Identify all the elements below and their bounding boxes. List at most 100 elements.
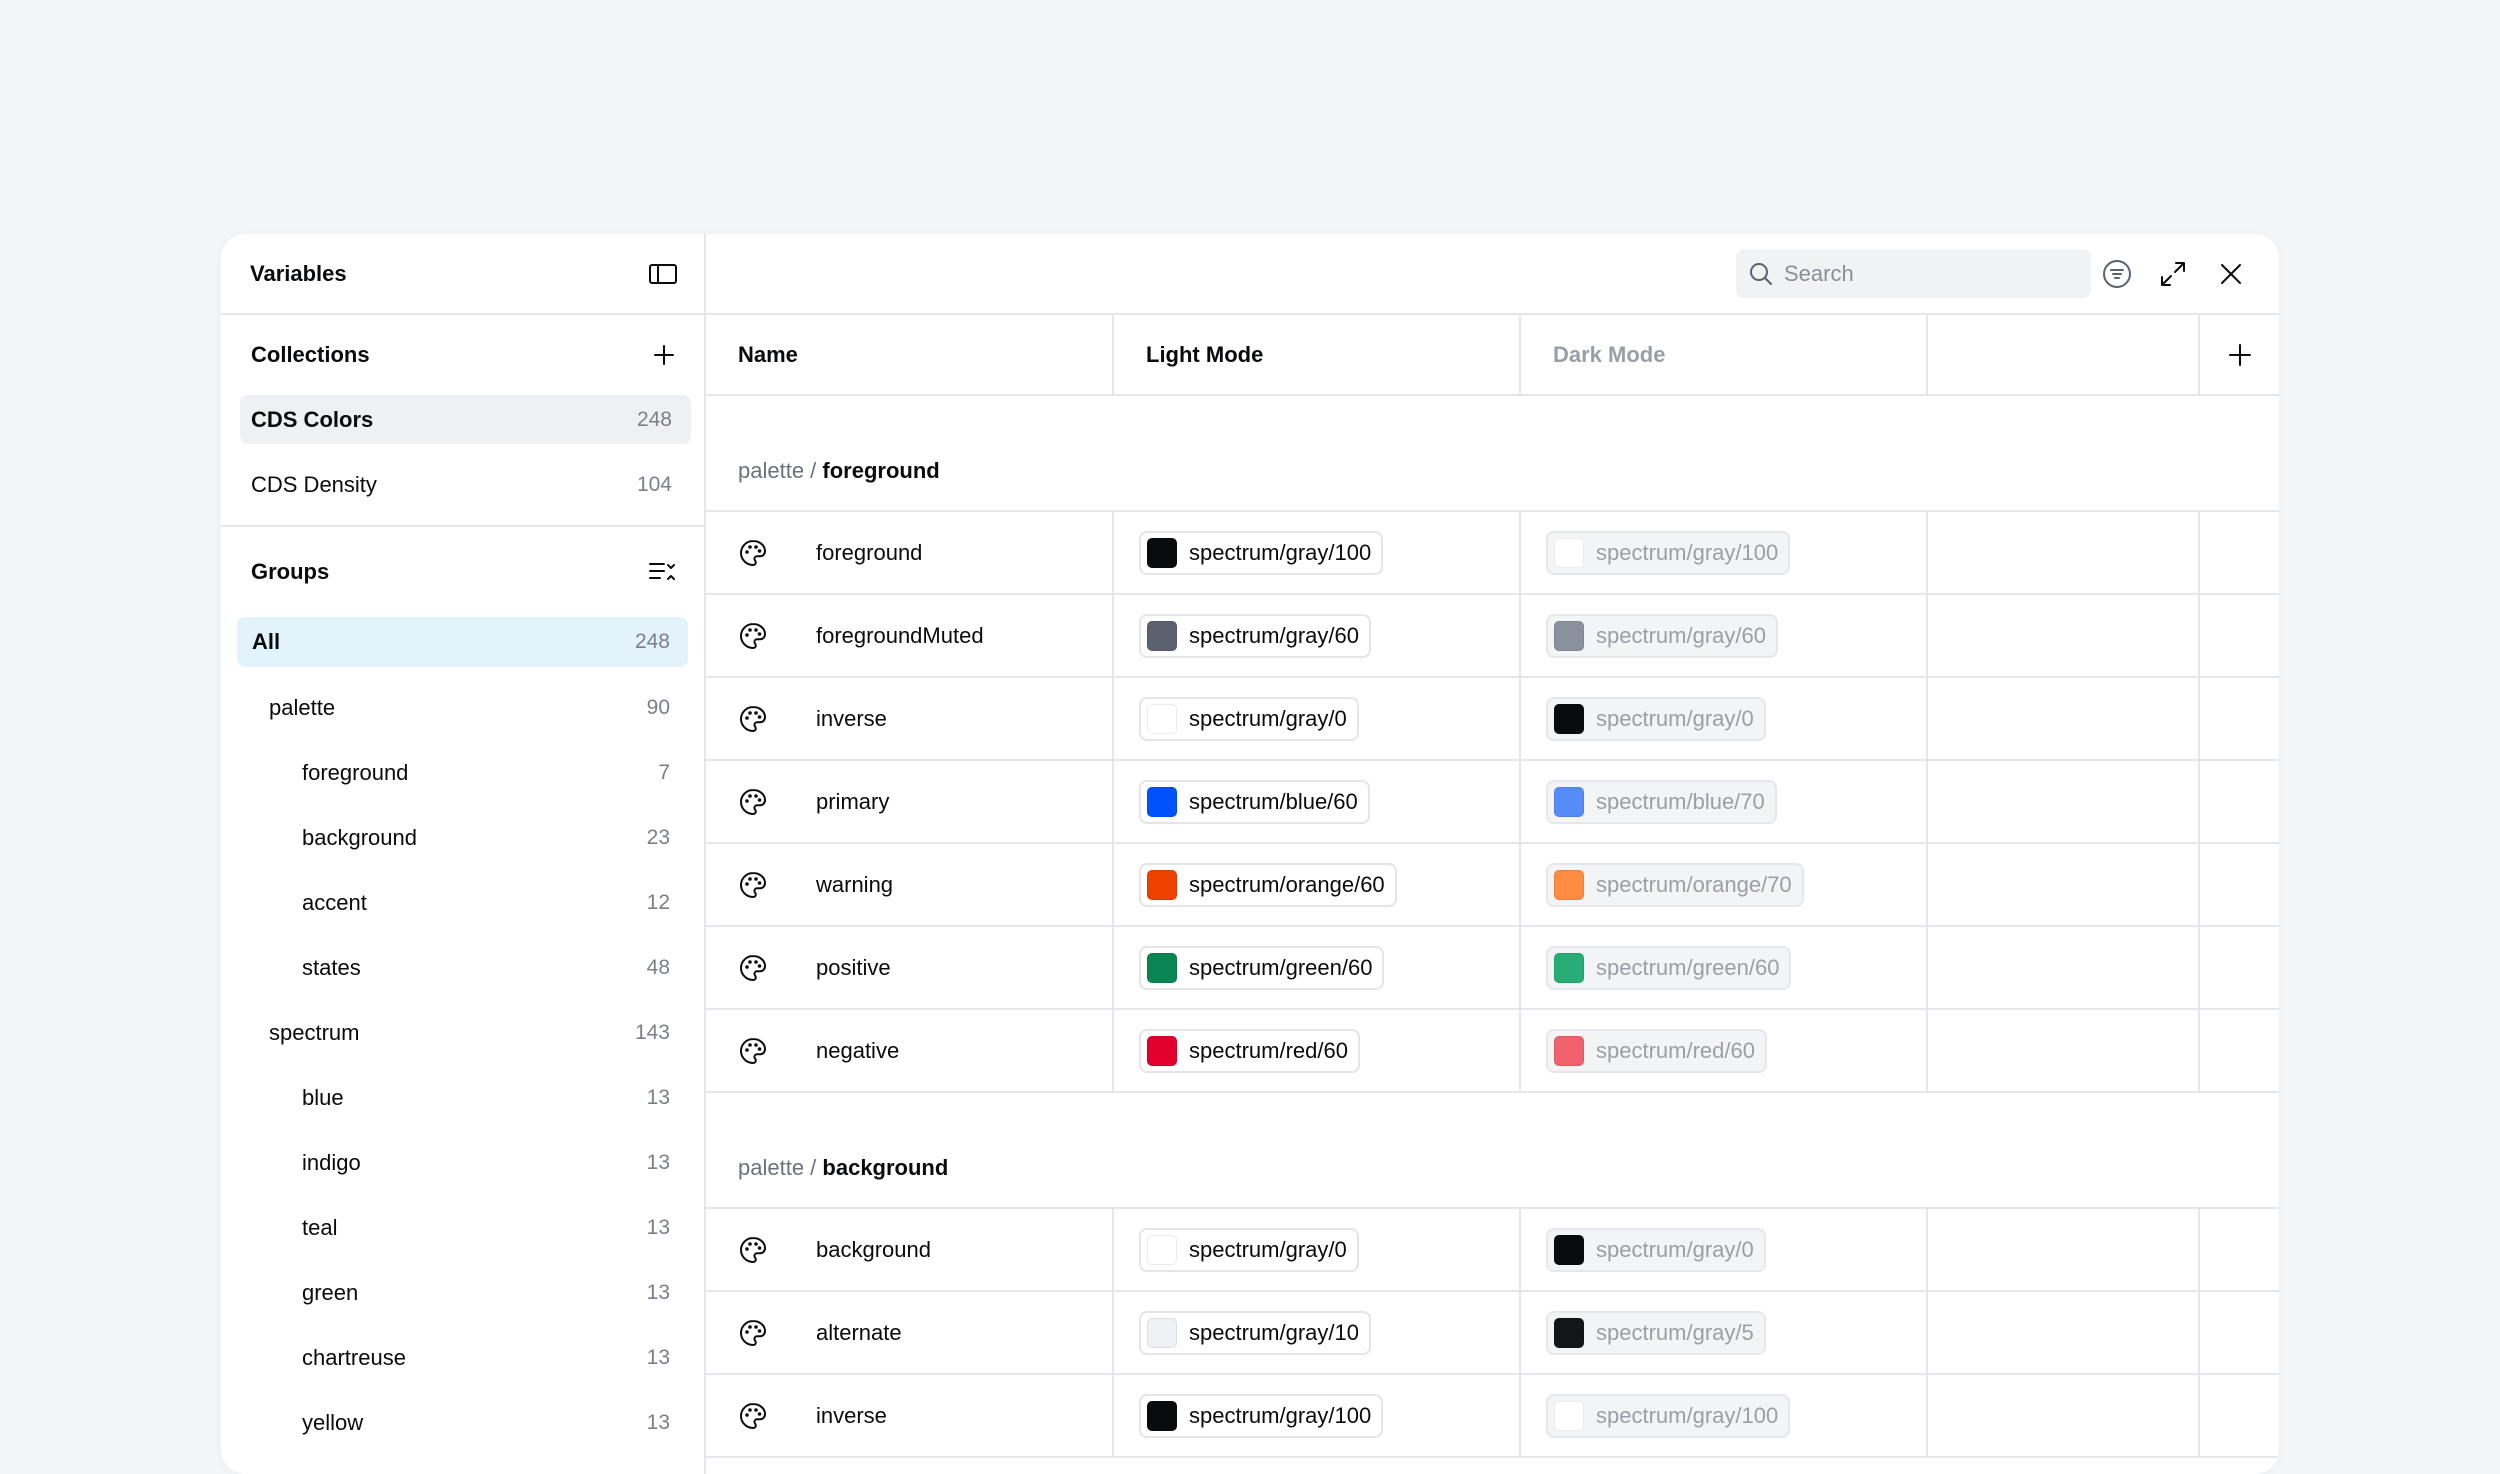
collection-item[interactable]: CDS Colors 248: [240, 395, 691, 444]
dark-mode-cell[interactable]: spectrum/gray/5: [1521, 1292, 1928, 1373]
group-item[interactable]: green 13: [221, 1260, 704, 1325]
group-item[interactable]: states 48: [221, 935, 704, 1000]
variable-name-cell[interactable]: background: [706, 1209, 1114, 1290]
color-swatch: [1147, 703, 1177, 734]
table-row[interactable]: warning spectrum/orange/60 spectrum/orange…: [706, 844, 2279, 927]
add-mode-button[interactable]: [2200, 315, 2279, 394]
variable-name-cell[interactable]: warning: [706, 844, 1114, 925]
search-box[interactable]: [1736, 249, 2091, 298]
light-mode-cell[interactable]: spectrum/orange/60: [1114, 844, 1521, 925]
dark-mode-cell[interactable]: spectrum/orange/70: [1521, 844, 1928, 925]
empty-cell: [2200, 927, 2279, 1008]
add-collection-icon[interactable]: [652, 343, 676, 367]
light-mode-cell[interactable]: spectrum/gray/100: [1114, 1375, 1521, 1456]
variable-name-cell[interactable]: negative: [706, 1010, 1114, 1091]
group-item[interactable]: foreground 7: [221, 740, 704, 805]
group-item[interactable]: palette 90: [221, 675, 704, 740]
dark-mode-cell[interactable]: spectrum/green/60: [1521, 927, 1928, 1008]
dark-mode-column-header[interactable]: Dark Mode: [1521, 315, 1928, 394]
dark-value-chip[interactable]: spectrum/gray/100: [1546, 530, 1791, 575]
table-row[interactable]: foregroundMuted spectrum/gray/60 spectrum/…: [706, 595, 2279, 678]
variable-name-cell[interactable]: alternate: [706, 1292, 1114, 1373]
group-item[interactable]: yellow 13: [221, 1390, 704, 1455]
dark-mode-cell[interactable]: spectrum/gray/100: [1521, 512, 1928, 593]
table-row[interactable]: foreground spectrum/gray/100 spectrum/gray…: [706, 512, 2279, 595]
light-mode-cell[interactable]: spectrum/gray/0: [1114, 1209, 1521, 1290]
group-label: palette: [269, 694, 336, 720]
close-icon[interactable]: [2211, 254, 2251, 294]
variable-name: primary: [816, 788, 890, 814]
group-item[interactable]: chartreuse 13: [221, 1325, 704, 1390]
table-row[interactable]: background spectrum/gray/0 spectrum/gray/0: [706, 1209, 2279, 1292]
dark-value-chip[interactable]: spectrum/gray/60: [1546, 613, 1778, 658]
variable-name-cell[interactable]: primary: [706, 761, 1114, 842]
expand-icon[interactable]: [2153, 254, 2193, 294]
collection-item[interactable]: CDS Density 104: [240, 460, 691, 509]
group-count: 90: [646, 695, 670, 719]
table-row[interactable]: negative spectrum/red/60 spectrum/red/60: [706, 1010, 2279, 1093]
light-value-chip[interactable]: spectrum/gray/10: [1139, 1310, 1371, 1355]
group-label: spectrum: [269, 1019, 360, 1045]
light-value-chip[interactable]: spectrum/blue/60: [1139, 779, 1370, 824]
dark-mode-cell[interactable]: spectrum/gray/60: [1521, 595, 1928, 676]
group-item[interactable]: spectrum 143: [221, 1000, 704, 1065]
alias-label: spectrum/red/60: [1596, 1037, 1755, 1063]
light-mode-cell[interactable]: spectrum/gray/0: [1114, 678, 1521, 759]
light-mode-cell[interactable]: spectrum/gray/100: [1114, 512, 1521, 593]
light-mode-cell[interactable]: spectrum/green/60: [1114, 927, 1521, 1008]
dark-mode-cell[interactable]: spectrum/gray/100: [1521, 1375, 1928, 1456]
light-mode-column-header[interactable]: Light Mode: [1114, 315, 1521, 394]
variable-name-cell[interactable]: positive: [706, 927, 1114, 1008]
light-value-chip[interactable]: spectrum/red/60: [1139, 1028, 1360, 1073]
light-value-chip[interactable]: spectrum/orange/60: [1139, 862, 1397, 907]
light-value-chip[interactable]: spectrum/gray/100: [1139, 530, 1384, 575]
group-item[interactable]: teal 13: [221, 1195, 704, 1260]
group-item-all[interactable]: All 248: [237, 617, 688, 667]
dark-value-chip[interactable]: spectrum/blue/70: [1546, 779, 1777, 824]
light-value-chip[interactable]: spectrum/gray/100: [1139, 1393, 1384, 1438]
dark-mode-cell[interactable]: spectrum/gray/0: [1521, 678, 1928, 759]
dark-mode-cell[interactable]: spectrum/blue/70: [1521, 761, 1928, 842]
color-swatch: [1147, 952, 1177, 983]
light-value-chip[interactable]: spectrum/gray/0: [1139, 1227, 1359, 1272]
filter-icon[interactable]: [2097, 254, 2137, 294]
group-item[interactable]: indigo 13: [221, 1130, 704, 1195]
alias-label: spectrum/blue/70: [1596, 788, 1765, 814]
light-value-chip[interactable]: spectrum/gray/0: [1139, 696, 1359, 741]
dark-value-chip[interactable]: spectrum/green/60: [1546, 945, 1792, 990]
light-mode-cell[interactable]: spectrum/red/60: [1114, 1010, 1521, 1091]
table-row[interactable]: inverse spectrum/gray/0 spectrum/gray/0: [706, 678, 2279, 761]
variable-name-cell[interactable]: foreground: [706, 512, 1114, 593]
dark-value-chip[interactable]: spectrum/red/60: [1546, 1028, 1767, 1073]
light-value-chip[interactable]: spectrum/gray/60: [1139, 613, 1371, 658]
group-item[interactable]: blue 13: [221, 1065, 704, 1130]
dark-mode-cell[interactable]: spectrum/gray/0: [1521, 1209, 1928, 1290]
light-mode-cell[interactable]: spectrum/gray/10: [1114, 1292, 1521, 1373]
group-item[interactable]: accent 12: [221, 870, 704, 935]
variable-name-cell[interactable]: inverse: [706, 1375, 1114, 1456]
dark-value-chip[interactable]: spectrum/gray/5: [1546, 1310, 1766, 1355]
table-row[interactable]: inverse spectrum/gray/100 spectrum/gray/10…: [706, 1375, 2279, 1458]
dark-value-chip[interactable]: spectrum/gray/0: [1546, 696, 1766, 741]
search-input[interactable]: [1784, 260, 2064, 287]
sort-groups-icon[interactable]: [648, 559, 676, 585]
light-value-chip[interactable]: spectrum/green/60: [1139, 945, 1385, 990]
collections-header: Collections: [221, 315, 704, 395]
dark-mode-cell[interactable]: spectrum/red/60: [1521, 1010, 1928, 1091]
sidebar-toggle-icon[interactable]: [648, 262, 678, 286]
variable-name-cell[interactable]: inverse: [706, 678, 1114, 759]
table-header: Name Light Mode Dark Mode: [706, 315, 2279, 396]
light-mode-cell[interactable]: spectrum/gray/60: [1114, 595, 1521, 676]
table-row[interactable]: alternate spectrum/gray/10 spectrum/gray/5: [706, 1292, 2279, 1375]
alias-label: spectrum/gray/5: [1596, 1319, 1754, 1345]
variable-name: warning: [816, 871, 894, 897]
table-row[interactable]: primary spectrum/blue/60 spectrum/blue/70: [706, 761, 2279, 844]
name-column-header[interactable]: Name: [706, 315, 1114, 394]
table-row[interactable]: positive spectrum/green/60 spectrum/green/…: [706, 927, 2279, 1010]
variable-name-cell[interactable]: foregroundMuted: [706, 595, 1114, 676]
dark-value-chip[interactable]: spectrum/gray/0: [1546, 1227, 1766, 1272]
group-item[interactable]: background 23: [221, 805, 704, 870]
dark-value-chip[interactable]: spectrum/gray/100: [1546, 1393, 1791, 1438]
light-mode-cell[interactable]: spectrum/blue/60: [1114, 761, 1521, 842]
dark-value-chip[interactable]: spectrum/orange/70: [1546, 862, 1804, 907]
